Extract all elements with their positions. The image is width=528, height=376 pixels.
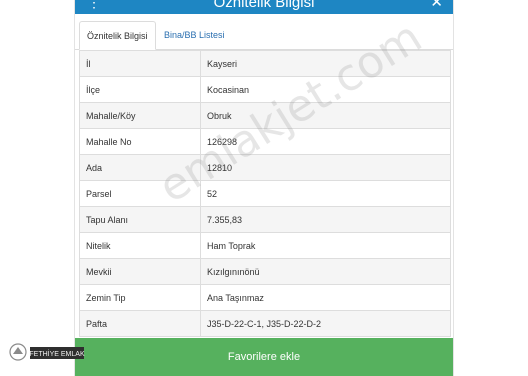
- tab-attribute-info[interactable]: Öznitelik Bilgisi: [79, 21, 156, 50]
- attribute-label: Mahalle/Köy: [79, 102, 201, 129]
- table-row: İl Kayseri: [79, 50, 451, 77]
- table-row: Tapu Alanı 7.355,83: [79, 206, 451, 233]
- add-to-favorites-button[interactable]: Favorilere ekle: [75, 338, 453, 376]
- attribute-value: Kızılgınınönü: [200, 258, 451, 285]
- tab-bar: Öznitelik Bilgisi Bina/BB Listesi: [75, 14, 453, 50]
- logo-text: FETHİYE EMLAK: [29, 349, 85, 358]
- close-icon[interactable]: ✕: [430, 0, 443, 11]
- table-row: Mahalle/Köy Obruk: [79, 102, 451, 129]
- attribute-value: 7.355,83: [200, 206, 451, 233]
- panel-title: Öznitelik Bilgisi: [213, 0, 315, 11]
- table-row: Zemin Tip Ana Taşınmaz: [79, 284, 451, 311]
- table-row: Mevkii Kızılgınınönü: [79, 258, 451, 285]
- attribute-label: Pafta: [79, 310, 201, 337]
- attribute-label: Tapu Alanı: [79, 206, 201, 233]
- screen: ⋮ Öznitelik Bilgisi ✕ Öznitelik Bilgisi …: [0, 0, 528, 376]
- table-row: İlçe Kocasinan: [79, 76, 451, 103]
- attribute-value: Kayseri: [200, 50, 451, 77]
- tab-building-list[interactable]: Bina/BB Listesi: [157, 21, 232, 50]
- attribute-value: J35-D-22-C-1, J35-D-22-D-2: [200, 310, 451, 337]
- attribute-value: 126298: [200, 128, 451, 155]
- attribute-value: 12810: [200, 154, 451, 181]
- table-row: Nitelik Ham Toprak: [79, 232, 451, 259]
- attribute-label: Nitelik: [79, 232, 201, 259]
- table-row: Mahalle No 126298: [79, 128, 451, 155]
- attribute-value: Ham Toprak: [200, 232, 451, 259]
- attribute-table-container: İl Kayseri İlçe Kocasinan Mahalle/Köy Ob…: [79, 50, 451, 337]
- attribute-label: İl: [79, 50, 201, 77]
- attribute-value: Ana Taşınmaz: [200, 284, 451, 311]
- attribute-label: İlçe: [79, 76, 201, 103]
- table-row: Ada 12810: [79, 154, 451, 181]
- attribute-info-panel: ⋮ Öznitelik Bilgisi ✕ Öznitelik Bilgisi …: [74, 0, 454, 376]
- attribute-label: Zemin Tip: [79, 284, 201, 311]
- table-row: Parsel 52: [79, 180, 451, 207]
- attribute-label: Mahalle No: [79, 128, 201, 155]
- attribute-value: Obruk: [200, 102, 451, 129]
- company-logo: FETHİYE EMLAK: [9, 343, 85, 361]
- panel-header: ⋮ Öznitelik Bilgisi ✕: [75, 0, 453, 14]
- attribute-label: Ada: [79, 154, 201, 181]
- attribute-label: Mevkii: [79, 258, 201, 285]
- table-row: Pafta J35-D-22-C-1, J35-D-22-D-2: [79, 310, 451, 337]
- attribute-label: Parsel: [79, 180, 201, 207]
- attribute-value: Kocasinan: [200, 76, 451, 103]
- attribute-value: 52: [200, 180, 451, 207]
- attribute-table: İl Kayseri İlçe Kocasinan Mahalle/Köy Ob…: [79, 50, 451, 337]
